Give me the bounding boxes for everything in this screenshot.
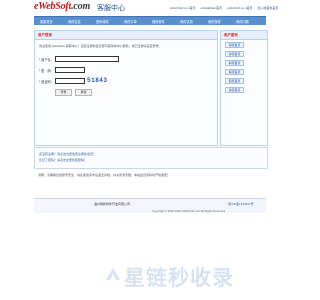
top-link-1[interactable]: eWebSoft.com首页 xyxy=(170,6,196,10)
header-subtitle: 客服中心 xyxy=(97,5,125,12)
nav-item-4[interactable]: 我的订单 xyxy=(124,19,137,24)
footer-copyright: Copyright © 2002-2022 eWebSoft.com All R… xyxy=(152,209,226,213)
register-link[interactable]: 还没有注册？请点击这里免费注册新会员！ xyxy=(39,152,96,156)
captcha-label: * 验证码： xyxy=(39,80,54,84)
nav-item-3[interactable]: 密码修改 xyxy=(96,19,109,24)
username-input[interactable] xyxy=(55,56,119,62)
password-input[interactable] xyxy=(55,67,85,73)
watermark-text: 星链秒收录 xyxy=(124,266,234,290)
nav-item-5[interactable]: 我的软件 xyxy=(152,19,165,24)
footer: 温州网新软件开发有限公司 Copyright © 2002-2022 eWebS… xyxy=(34,198,266,213)
logo-suffix: .com xyxy=(71,1,91,12)
security-info: 说明：为确保您的账号安全，请在使用完毕后退出系统，并关闭浏览器。本站会员资料将严… xyxy=(38,173,171,177)
header: eWebSoft.com 客服中心 eWebSoft.com首页 eWebEdi… xyxy=(0,0,300,16)
reset-button[interactable]: 重置 xyxy=(75,89,92,96)
captcha-image[interactable]: 51843 xyxy=(87,77,107,84)
logo-text: eWebSoft xyxy=(34,1,72,12)
notice-box: 还没有注册？请点击这里免费注册新会员！ 忘记了密码？请点击这里找回密码！ xyxy=(34,147,268,169)
top-link-4[interactable]: 加入收藏夹首页 xyxy=(257,6,278,10)
nav-item-2[interactable]: 我的信息 xyxy=(68,19,81,24)
login-button[interactable]: 登录 xyxy=(55,89,72,96)
sidebar-title: 用户服务 xyxy=(224,33,238,37)
watermark-logo-icon xyxy=(106,268,120,280)
sidebar-header: 用户服务 xyxy=(221,31,267,40)
sidebar-item-2[interactable]: 客服首页 xyxy=(225,51,244,57)
login-panel: 用户登录 欢迎使用 eWebSoft 客服中心！直接注册新会员即可使用本中心服务… xyxy=(34,30,218,146)
nav-item-6[interactable]: 我的试用 xyxy=(180,19,193,24)
login-panel-header: 用户登录 xyxy=(35,31,217,40)
forgot-password-link[interactable]: 忘记了密码？请点击这里找回密码！ xyxy=(39,158,87,162)
site-logo[interactable]: eWebSoft.com xyxy=(34,1,90,12)
top-link-2[interactable]: eWebEditor首页 xyxy=(200,6,222,10)
top-links: eWebSoft.com首页 eWebEditor首页 eWebSoft.com… xyxy=(170,6,282,10)
nav-item-1[interactable]: 客服首页 xyxy=(40,19,53,24)
nav-item-7[interactable]: 我的授权 xyxy=(208,19,221,24)
sidebar-item-1[interactable]: 客服首页 xyxy=(225,42,244,48)
service-sidebar: 用户服务 客服首页 客服首页 客服首页 客服首页 客服首页 客服首页 xyxy=(220,30,268,146)
sidebar-item-3[interactable]: 客服首页 xyxy=(225,60,244,66)
sidebar-item-4[interactable]: 客服首页 xyxy=(225,69,244,75)
sidebar-item-6[interactable]: 客服首页 xyxy=(225,87,244,93)
captcha-input[interactable] xyxy=(55,78,85,84)
sidebar-item-5[interactable]: 客服首页 xyxy=(225,78,244,84)
footer-company: 温州网新软件开发有限公司 xyxy=(94,202,131,206)
username-label: * 用户名： xyxy=(39,58,54,62)
footer-icp-link[interactable]: 浙ICP备1234567号 xyxy=(228,202,254,206)
login-intro: 欢迎使用 eWebSoft 客服中心！直接注册新会员即可使用本中心服务，或已注册… xyxy=(39,44,162,48)
main-nav: 客服首页 我的信息 密码修改 我的订单 我的软件 我的试用 我的授权 我的问题 xyxy=(34,16,266,25)
password-label: * 密 码： xyxy=(39,69,54,73)
login-title: 用户登录 xyxy=(38,33,52,37)
info-box: 说明：为确保您的账号安全，请在使用完毕后退出系统，并关闭浏览器。本站会员资料将严… xyxy=(34,171,266,181)
nav-item-8[interactable]: 我的问题 xyxy=(236,19,249,24)
top-link-3[interactable]: eWebSoft.com首页 xyxy=(227,6,253,10)
